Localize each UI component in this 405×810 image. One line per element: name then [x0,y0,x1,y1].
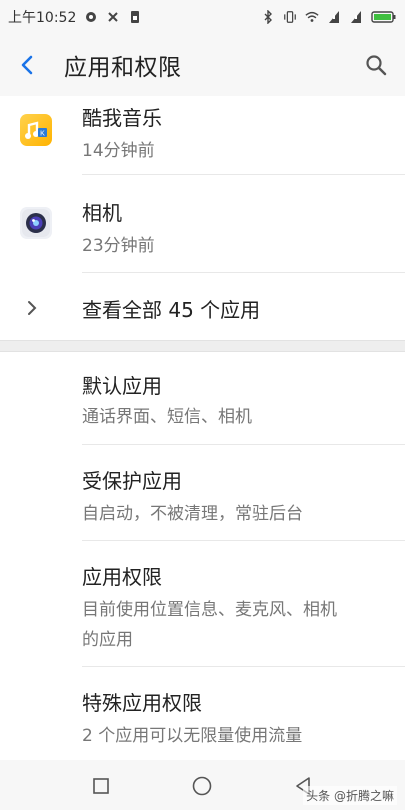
item-subtitle: 自启动，不被清理，常驻后台 [82,504,303,524]
status-bar: 上午10:52 [0,0,405,34]
vibrate-icon [283,10,297,24]
app-name: 相机 [82,201,122,225]
protected-apps-item[interactable]: 受保护应用 自启动，不被清理，常驻后台 [0,445,405,541]
app-permissions-item[interactable]: 应用权限 目前使用位置信息、麦克风、相机 的应用 [0,541,405,667]
status-left: 上午10:52 [8,7,142,27]
sim-icon [128,10,142,24]
search-icon [366,55,387,76]
item-title: 特殊应用权限 [82,691,202,715]
item-title: 应用权限 [82,565,162,589]
signal-1-icon [327,10,341,24]
notification-icon [84,10,98,24]
circle-icon [192,776,212,796]
back-arrow-icon [21,55,33,75]
default-apps-item[interactable]: 默认应用 通话界面、短信、相机 [0,352,405,444]
view-all-apps[interactable]: 查看全部 45 个应用 [0,273,405,343]
wifi-icon [305,10,319,24]
settings-list: K 酷我音乐 14分钟前 相机 23分钟前 查看全部 45 个应用 默认应用 通… [0,96,405,760]
page-title: 应用和权限 [64,55,182,81]
recents-button[interactable] [89,774,113,798]
home-button[interactable] [190,774,214,798]
recent-app-kuwo[interactable]: K 酷我音乐 14分钟前 [0,96,405,174]
chevron-right-icon [28,301,37,315]
app-bar: 应用和权限 [0,34,405,96]
battery-icon [371,10,397,24]
special-app-permissions-item[interactable]: 特殊应用权限 2 个应用可以无限量使用流量 [0,667,405,760]
square-icon [93,778,109,794]
section-separator [0,340,405,352]
status-right [261,10,397,24]
back-button[interactable] [0,34,54,96]
item-subtitle-line1: 目前使用位置信息、麦克风、相机 [82,600,337,620]
app-last-used: 23分钟前 [82,236,155,256]
watermark-text: 头条 @折腾之嘛 [303,786,397,805]
item-subtitle-line2: 的应用 [82,630,133,650]
camera-app-icon [20,207,52,239]
item-subtitle: 2 个应用可以无限量使用流量 [82,726,303,746]
app-last-used: 14分钟前 [82,141,155,161]
item-subtitle: 通话界面、短信、相机 [82,407,252,427]
signal-2-icon [349,10,363,24]
svg-text:K: K [40,131,45,138]
view-all-label: 查看全部 45 个应用 [82,298,261,322]
item-title: 受保护应用 [82,469,182,493]
status-time: 上午10:52 [8,10,77,26]
item-title: 默认应用 [82,374,162,398]
bluetooth-icon [261,10,275,24]
app-name: 酷我音乐 [82,106,162,130]
recent-app-camera[interactable]: 相机 23分钟前 [0,175,405,269]
search-button[interactable] [361,50,391,80]
kuwo-music-icon: K [20,114,52,146]
usb-icon [106,10,120,24]
